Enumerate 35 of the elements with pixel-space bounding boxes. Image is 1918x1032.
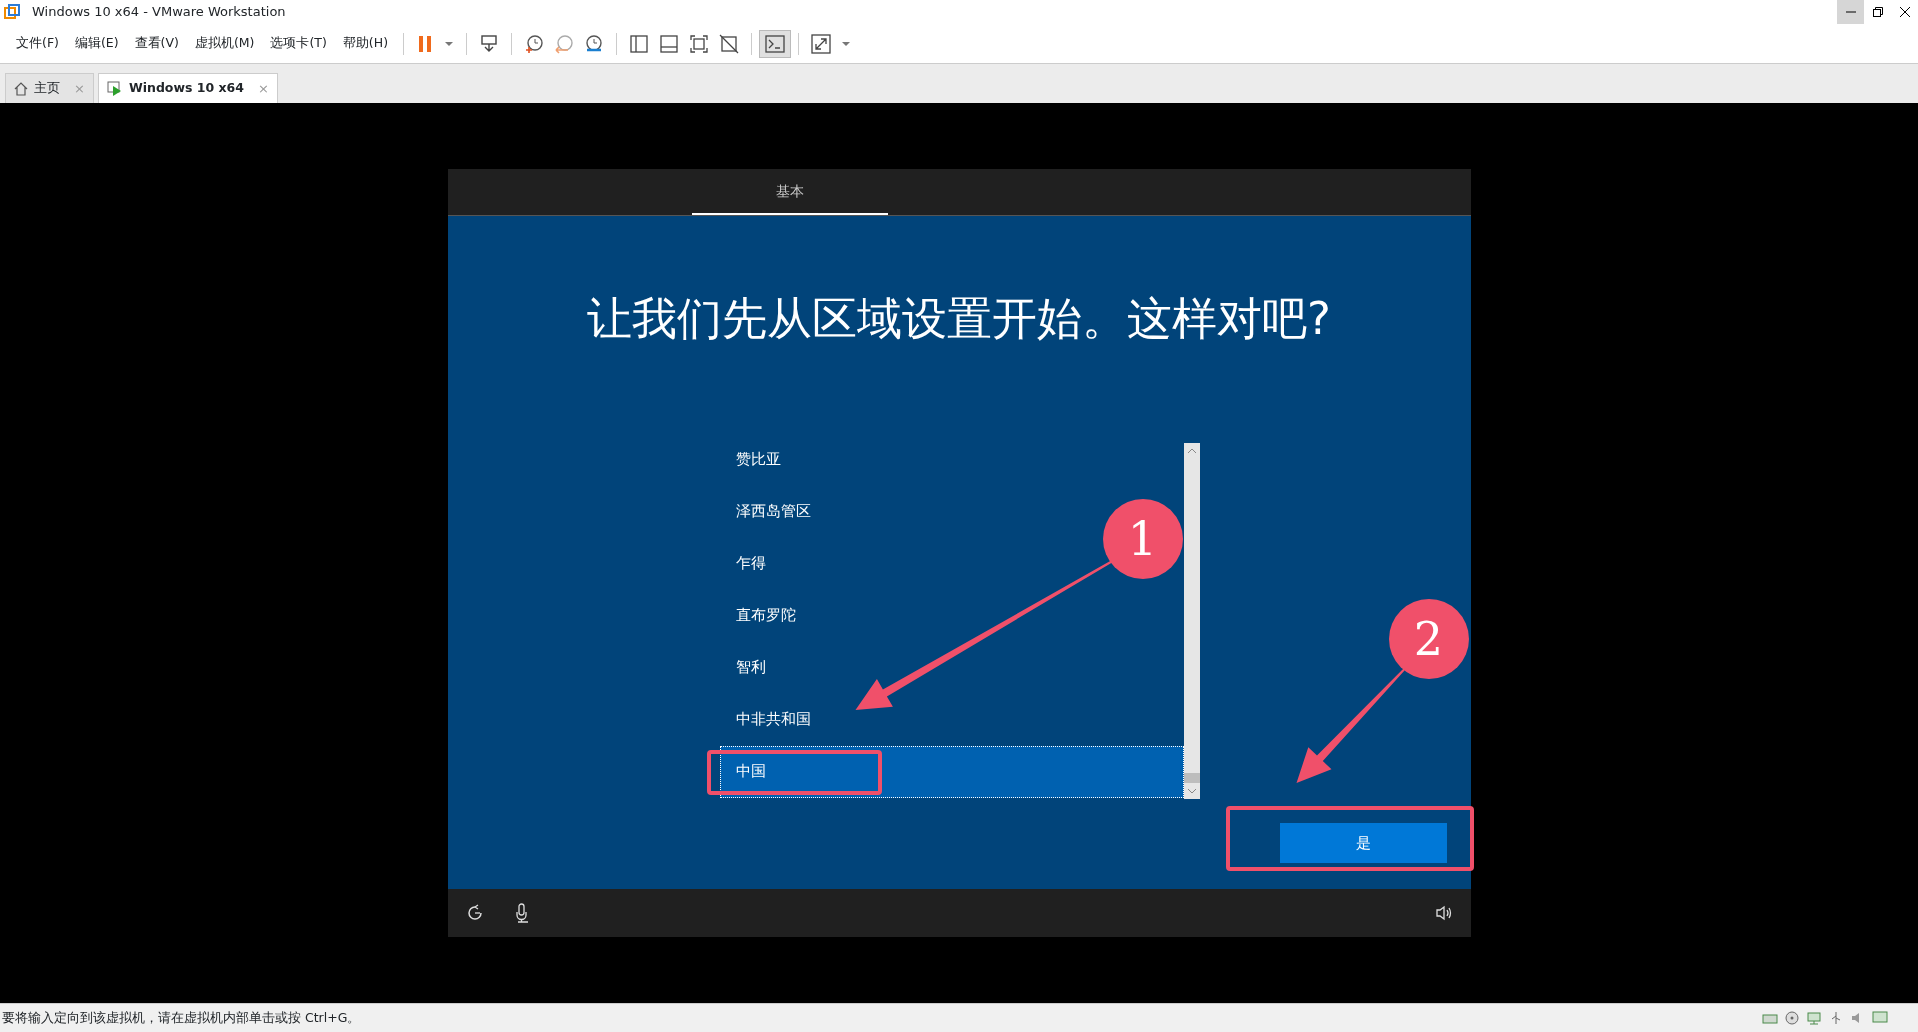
scroll-thumb[interactable] xyxy=(1183,773,1200,783)
menu-item[interactable]: 帮助(H) xyxy=(334,32,396,55)
speaker-icon[interactable] xyxy=(1434,905,1453,921)
region-item[interactable]: 中国 xyxy=(719,746,1184,798)
close-icon[interactable] xyxy=(1899,7,1910,17)
menu-item[interactable]: 文件(F) xyxy=(8,32,67,55)
home-icon xyxy=(14,81,28,96)
microphone-icon[interactable] xyxy=(513,903,530,923)
disc-icon[interactable] xyxy=(1784,1011,1800,1025)
tab-label: 主页 xyxy=(34,79,60,98)
yes-button[interactable]: 是 xyxy=(1279,823,1447,863)
region-item[interactable]: 乍得 xyxy=(719,538,771,590)
chevron-up-icon[interactable] xyxy=(1186,447,1197,455)
tab[interactable]: 主页 × xyxy=(5,73,94,103)
region-item[interactable]: 赞比亚 xyxy=(719,434,786,486)
menu-item[interactable]: 编辑(E) xyxy=(66,32,127,55)
scrollbar[interactable] xyxy=(1183,443,1200,799)
setup-heading: 让我们先从区域设置开始。这样对吧? xyxy=(586,291,1332,347)
region-item[interactable]: 中非共和国 xyxy=(719,694,816,746)
menu-item[interactable]: 查看(V) xyxy=(126,32,187,55)
minimize-button[interactable] xyxy=(1837,0,1864,24)
tab[interactable]: Windows 10 x64 × xyxy=(97,73,278,103)
tab-label: Windows 10 x64 xyxy=(128,79,244,98)
status-message: 要将输入定向到该虚拟机，请在虚拟机内部单击或按 Ctrl+G。 xyxy=(1,1008,361,1027)
menu-item[interactable]: 选项卡(T) xyxy=(262,32,335,55)
region-item[interactable]: 智利 xyxy=(719,642,771,694)
app-logo-icon xyxy=(4,4,20,20)
region-item[interactable]: 直布罗陀 xyxy=(719,590,801,642)
vm-play-icon xyxy=(106,80,123,97)
chevron-down-icon[interactable] xyxy=(1186,787,1197,795)
console-icon[interactable] xyxy=(759,29,791,58)
window-title: Windows 10 x64 - VMware Workstation xyxy=(32,3,286,22)
restore-icon[interactable] xyxy=(1872,7,1883,17)
menu-item[interactable]: 虚拟机(M) xyxy=(186,32,263,55)
region-item[interactable]: 泽西岛管区 xyxy=(719,486,816,538)
